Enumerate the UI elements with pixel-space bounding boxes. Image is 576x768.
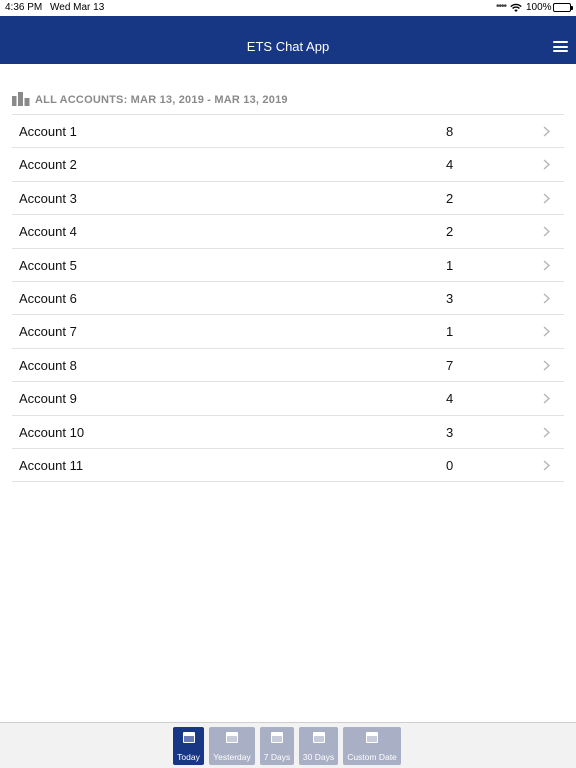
account-chat-count: 3 <box>446 424 454 440</box>
account-chat-count: 8 <box>446 124 454 139</box>
account-name: Account 1 <box>19 124 77 139</box>
calendar-icon <box>312 732 325 743</box>
account-row[interactable]: Account 8 7 <box>12 349 564 383</box>
tab-today[interactable]: Today <box>173 727 204 765</box>
account-name: Account 3 <box>19 190 77 206</box>
tab-label: Today <box>177 752 200 762</box>
battery-percent: 100% <box>526 2 552 13</box>
chevron-right-icon <box>543 360 550 371</box>
status-time: 4:36 PM <box>5 2 43 13</box>
chevron-right-icon <box>543 260 550 271</box>
account-row[interactable]: Account 5 1 <box>12 249 564 282</box>
wifi-icon <box>510 3 522 12</box>
app-title: ETS Chat App <box>246 39 330 54</box>
account-name: Account 6 <box>19 290 77 306</box>
hamburger-menu-icon[interactable] <box>553 41 568 52</box>
status-bar: 4:36 PM Wed Mar 13 •••• 100% <box>0 0 576 16</box>
account-chat-count: 0 <box>446 457 454 473</box>
account-row[interactable]: Account 11 0 <box>12 449 564 483</box>
chevron-right-icon <box>543 126 550 137</box>
account-chat-count: 4 <box>446 157 454 173</box>
account-row[interactable]: Account 2 4 <box>12 148 564 182</box>
account-row[interactable]: Account 4 2 <box>12 215 564 249</box>
date-range-label: ALL ACCOUNTS: MAR 13, 2019 - MAR 13, 201… <box>35 94 288 106</box>
account-chat-count: 2 <box>446 224 454 240</box>
chevron-right-icon <box>543 426 550 438</box>
account-chat-count: 2 <box>446 190 454 206</box>
account-row[interactable]: Account 3 2 <box>12 182 564 216</box>
account-row[interactable]: Account 9 4 <box>12 382 564 416</box>
section-header: ALL ACCOUNTS: MAR 13, 2019 - MAR 13, 201… <box>12 92 564 106</box>
chevron-right-icon <box>543 393 550 404</box>
chevron-right-icon <box>543 293 550 304</box>
account-name: Account 10 <box>19 424 85 440</box>
chevron-right-icon <box>543 326 550 337</box>
account-chat-count: 7 <box>446 357 454 373</box>
date-filter-tab-bar: Today Yesterday 7 Days 30 Days Custom Date <box>0 722 576 768</box>
calendar-icon <box>182 732 195 743</box>
nav-bar: ETS Chat App <box>0 16 576 64</box>
chevron-right-icon <box>543 226 550 237</box>
tab-7-days[interactable]: 7 Days <box>260 727 294 765</box>
battery-icon <box>553 3 573 12</box>
bar-chart-icon <box>12 92 30 106</box>
account-name: Account 2 <box>19 157 77 173</box>
chevron-right-icon <box>543 460 550 471</box>
account-name: Account 8 <box>19 357 77 373</box>
tab-label: 7 Days <box>263 752 291 762</box>
tab-30-days[interactable]: 30 Days <box>299 727 338 765</box>
chevron-right-icon <box>543 193 550 204</box>
tab-label: Yesterday <box>213 752 251 762</box>
account-row[interactable]: Account 10 3 <box>12 416 564 449</box>
account-row[interactable]: Account 7 1 <box>12 315 564 349</box>
account-name: Account 7 <box>19 324 77 340</box>
calendar-icon <box>226 732 238 743</box>
account-chat-count: 3 <box>446 290 454 306</box>
tab-yesterday[interactable]: Yesterday <box>209 727 255 765</box>
account-name: Account 11 <box>19 457 84 473</box>
chevron-right-icon <box>543 159 550 170</box>
tab-label: 30 Days <box>302 752 335 762</box>
account-name: Account 5 <box>19 257 77 273</box>
account-chat-count: 1 <box>446 324 454 340</box>
account-name: Account 4 <box>19 224 77 240</box>
calendar-icon <box>366 732 378 743</box>
account-row[interactable]: Account 6 3 <box>12 282 564 316</box>
tab-label: Custom Date <box>347 752 397 762</box>
account-chat-count: 1 <box>446 257 454 273</box>
account-list: Account 1 8 Account 2 4 Account 3 2 Account 4 2… <box>12 114 564 483</box>
account-chat-count: 4 <box>446 391 454 407</box>
account-row[interactable]: Account 1 8 <box>12 115 564 149</box>
signal-icon: •••• <box>496 1 507 12</box>
tab-custom-date[interactable]: Custom Date <box>343 727 401 765</box>
account-name: Account 9 <box>19 391 77 407</box>
calendar-icon <box>271 732 283 743</box>
status-date: Wed Mar 13 <box>50 2 105 13</box>
